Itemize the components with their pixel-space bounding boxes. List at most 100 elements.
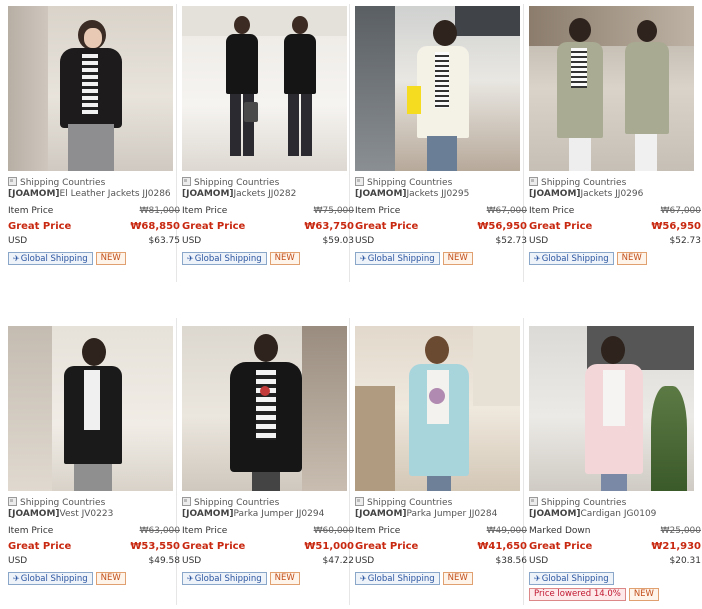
product-photo[interactable]	[355, 326, 520, 491]
usd-price-row: USD $63.75	[8, 234, 180, 249]
item-price-row: Item Price ₩60,000	[182, 524, 354, 539]
shipping-countries[interactable]: Shipping Countries	[182, 177, 354, 189]
shipping-countries-icon	[355, 497, 364, 506]
product-card[interactable]: Shipping Countries [JOAMOM]Jackets JJ029…	[355, 6, 527, 265]
great-price-row: Great Price ₩41,650	[355, 541, 527, 552]
new-badge: NEW	[442, 252, 473, 265]
sale-price: ₩56,950	[651, 221, 701, 232]
usd-price-row: USD $59.03	[182, 234, 354, 249]
original-price: ₩67,000	[486, 206, 527, 216]
badges: ✈Global Shipping NEW	[355, 252, 527, 265]
usd-price: $52.73	[495, 236, 528, 246]
great-price-row: Great Price ₩68,850	[8, 221, 180, 232]
shipping-countries-icon	[8, 177, 17, 186]
product-title[interactable]: [JOAMOM]Jackets JJ0296	[529, 189, 701, 200]
usd-price-row: USD $38.56	[355, 554, 527, 569]
new-badge: NEW	[95, 252, 126, 265]
product-title[interactable]: [JOAMOM]Parka Jumper JJ0294	[182, 509, 354, 520]
global-shipping-badge: ✈Global Shipping	[182, 252, 267, 265]
product-grid: Shipping Countries [JOAMOM]El Leather Ja…	[0, 0, 702, 609]
original-price: ₩81,000	[139, 206, 180, 216]
product-name: Vest JV0223	[59, 509, 114, 519]
item-price-row: Item Price ₩81,000	[8, 204, 180, 219]
product-name: Parka Jumper JJ0284	[406, 509, 498, 519]
shipping-countries[interactable]: Shipping Countries	[8, 497, 180, 509]
global-shipping-badge: ✈Global Shipping	[355, 252, 440, 265]
badges: ✈Global Shipping NEW	[8, 572, 180, 585]
shipping-countries[interactable]: Shipping Countries	[8, 177, 180, 189]
product-photo[interactable]	[8, 326, 173, 491]
global-shipping-badge: ✈Global Shipping	[8, 572, 93, 585]
product-card[interactable]: Shipping Countries [JOAMOM]Parka Jumper …	[182, 326, 354, 585]
badges: ✈Global Shipping NEW	[8, 252, 180, 265]
brand-label: [JOAMOM]	[529, 189, 581, 199]
product-photo[interactable]	[529, 326, 694, 491]
product-photo[interactable]	[355, 6, 520, 171]
brand-label: [JOAMOM]	[182, 189, 234, 199]
product-title[interactable]: [JOAMOM]Jackets JJ0295	[355, 189, 527, 200]
product-name: Parka Jumper JJ0294	[233, 509, 325, 519]
product-card[interactable]: Shipping Countries [JOAMOM]Vest JV0223 I…	[8, 326, 180, 585]
great-price-row: Great Price ₩51,000	[182, 541, 354, 552]
usd-price: $20.31	[669, 556, 702, 566]
product-card[interactable]: Shipping Countries [JOAMOM]Cardigan JG01…	[529, 326, 701, 601]
usd-price: $52.73	[669, 236, 702, 246]
product-title[interactable]: [JOAMOM]Vest JV0223	[8, 509, 180, 520]
new-badge: NEW	[442, 572, 473, 585]
usd-price-row: USD $52.73	[355, 234, 527, 249]
shipping-countries[interactable]: Shipping Countries	[529, 177, 701, 189]
usd-price: $49.58	[148, 556, 181, 566]
shipping-countries[interactable]: Shipping Countries	[529, 497, 701, 509]
price-lowered-badge: Price lowered 14.0%	[529, 588, 626, 601]
sale-price: ₩53,550	[130, 541, 180, 552]
product-title[interactable]: [JOAMOM]Jackets JJ0282	[182, 189, 354, 200]
product-card[interactable]: Shipping Countries [JOAMOM]Jackets JJ028…	[182, 6, 354, 265]
original-price: ₩60,000	[313, 526, 354, 536]
sale-price: ₩21,930	[651, 541, 701, 552]
shipping-countries-icon	[182, 177, 191, 186]
item-price-row: Marked Down ₩25,000	[529, 524, 701, 539]
airplane-icon: ✈	[13, 574, 20, 583]
product-card[interactable]: Shipping Countries [JOAMOM]El Leather Ja…	[8, 6, 180, 265]
great-price-row: Great Price ₩53,550	[8, 541, 180, 552]
product-title[interactable]: [JOAMOM]Cardigan JG0109	[529, 509, 701, 520]
usd-price: $63.75	[148, 236, 181, 246]
item-price-row: Item Price ₩67,000	[529, 204, 701, 219]
airplane-icon: ✈	[534, 254, 541, 263]
sale-price: ₩68,850	[130, 221, 180, 232]
product-photo[interactable]	[182, 6, 347, 171]
product-title[interactable]: [JOAMOM]El Leather Jackets JJ0286	[8, 189, 180, 200]
sale-price: ₩56,950	[477, 221, 527, 232]
shipping-countries[interactable]: Shipping Countries	[355, 497, 527, 509]
shipping-countries[interactable]: Shipping Countries	[355, 177, 527, 189]
product-card[interactable]: Shipping Countries [JOAMOM]Parka Jumper …	[355, 326, 527, 585]
product-photo[interactable]	[8, 6, 173, 171]
new-badge: NEW	[616, 252, 647, 265]
badges: ✈Global Shipping	[529, 572, 701, 585]
item-price-row: Item Price ₩75,000	[182, 204, 354, 219]
new-badge: NEW	[628, 588, 659, 601]
product-name: Jackets JJ0295	[406, 189, 470, 199]
shipping-countries-icon	[8, 497, 17, 506]
product-photo[interactable]	[182, 326, 347, 491]
new-badge: NEW	[269, 252, 300, 265]
airplane-icon: ✈	[13, 254, 20, 263]
usd-price: $59.03	[322, 236, 355, 246]
badges: ✈Global Shipping NEW	[182, 572, 354, 585]
sale-price: ₩63,750	[304, 221, 354, 232]
shipping-countries-icon	[182, 497, 191, 506]
brand-label: [JOAMOM]	[8, 509, 60, 519]
product-card[interactable]: Shipping Countries [JOAMOM]Jackets JJ029…	[529, 6, 701, 265]
shipping-countries-icon	[529, 497, 538, 506]
badges: Price lowered 14.0% NEW	[529, 585, 701, 601]
global-shipping-badge: ✈Global Shipping	[355, 572, 440, 585]
product-photo[interactable]	[529, 6, 694, 171]
original-price: ₩75,000	[313, 206, 354, 216]
shipping-countries-icon	[529, 177, 538, 186]
product-title[interactable]: [JOAMOM]Parka Jumper JJ0284	[355, 509, 527, 520]
sale-price: ₩51,000	[304, 541, 354, 552]
global-shipping-badge: ✈Global Shipping	[182, 572, 267, 585]
great-price-row: Great Price ₩56,950	[355, 221, 527, 232]
global-shipping-badge: ✈Global Shipping	[8, 252, 93, 265]
shipping-countries[interactable]: Shipping Countries	[182, 497, 354, 509]
